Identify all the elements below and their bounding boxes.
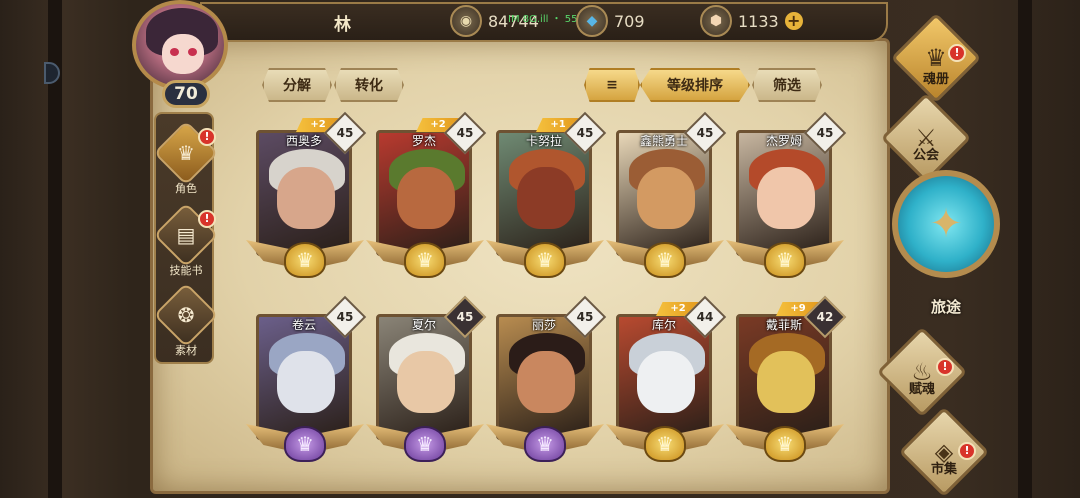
crystal-value: 709 [614, 11, 645, 31]
rarity-crest: ♛ [606, 420, 724, 466]
hero-card[interactable]: ♛ 罗杰 +2 45 [366, 111, 487, 282]
hero-level: 45 [456, 126, 474, 140]
hero-card[interactable]: ♛ 戴菲斯 +9 42 [726, 295, 847, 466]
crown-icon: ♛ [284, 426, 326, 462]
rarity-crest: ♛ [726, 236, 844, 282]
crown-icon: ♛ [524, 426, 566, 462]
hero-level: 45 [696, 126, 714, 140]
soul-book-alert-badge: ! [948, 44, 966, 62]
resource-diamond[interactable]: ⬢ 1133 + [700, 5, 803, 37]
fu-soul-label: 赋魂 [908, 382, 935, 397]
sort-order-button[interactable]: ≡ [584, 68, 640, 102]
crown-icon: ♛ [764, 426, 806, 462]
add-diamond-button[interactable]: + [784, 12, 803, 30]
journey-label: 旅途 [930, 298, 961, 316]
player-name: 林 [334, 15, 351, 35]
journey-icon: ✦ [892, 170, 1000, 278]
crown-icon: ♛ [644, 426, 686, 462]
hero-level: 45 [576, 126, 594, 140]
menu-skillbook[interactable]: ▤ 技能书 ! [153, 202, 219, 278]
journey-button[interactable]: ✦ 旅途 [882, 168, 1010, 318]
rarity-crest: ♛ [486, 236, 604, 282]
soul-book-icon: ♛ [890, 12, 982, 104]
sort-lines-icon: ≡ [606, 77, 618, 93]
hero-card[interactable]: ♛ 杰罗姆 45 [726, 111, 847, 282]
crown-icon: ♛ [644, 242, 686, 278]
hero-level: 45 [336, 126, 354, 140]
crown-icon: ♛ [404, 426, 446, 462]
coin-icon: ◉ [450, 5, 482, 37]
materials-icon: ❂ [153, 282, 219, 348]
rarity-crest: ♛ [366, 420, 484, 466]
soul-book-label: 魂册 [922, 72, 949, 87]
convert-button[interactable]: 转化 [334, 68, 404, 102]
market-button[interactable]: ◈ 市集 ! [896, 406, 992, 498]
market-label: 市集 [930, 462, 957, 477]
hero-card[interactable]: ♛ 库尔 +2 44 [606, 295, 727, 466]
flame-icon: ♨ [876, 326, 968, 418]
hero-card[interactable]: ♛ 卡努拉 +1 45 [486, 111, 607, 282]
market-alert-badge: ! [958, 442, 976, 460]
skillbook-alert-badge: ! [198, 210, 216, 228]
rarity-crest: ♛ [246, 236, 364, 282]
hero-card[interactable]: ♛ 夏尔 45 [366, 295, 487, 466]
crown-icon: ♛ [404, 242, 446, 278]
decompose-button[interactable]: 分解 [262, 68, 332, 102]
rarity-crest: ♛ [606, 236, 724, 282]
hero-card[interactable]: ♛ 卷云 45 [246, 295, 367, 466]
hero-level: 45 [456, 310, 474, 324]
sort-by-level-button[interactable]: 等级排序 [640, 68, 750, 102]
left-menu: ♛ 角色 ! ▤ 技能书 ! ❂ 素材 [153, 112, 219, 364]
soul-book-button[interactable]: ♛ 魂册 ! [888, 12, 984, 104]
hero-level: 42 [816, 310, 834, 324]
hero-card[interactable]: ♛ 丽莎 45 [486, 295, 607, 466]
rarity-crest: ♛ [486, 420, 604, 466]
hero-level: 45 [576, 310, 594, 324]
menu-materials[interactable]: ❂ 素材 [153, 282, 219, 358]
crown-icon: ♛ [524, 242, 566, 278]
hero-level: 45 [336, 310, 354, 324]
hero-card[interactable]: ♛ 鑫熊勇士 45 [606, 111, 727, 282]
rarity-crest: ♛ [366, 236, 484, 282]
hero-level: 44 [696, 310, 714, 324]
fu-soul-button[interactable]: ♨ 赋魂 ! [874, 326, 970, 418]
resource-crystal[interactable]: ◆ 709 [576, 5, 645, 37]
rarity-crest: ♛ [246, 420, 364, 466]
diamond-icon: ⬢ [700, 5, 732, 37]
guild-label: 公会 [912, 148, 939, 163]
menu-heroes[interactable]: ♛ 角色 ! [153, 120, 219, 196]
fu-soul-alert-badge: ! [936, 358, 954, 376]
hero-card[interactable]: ♛ 西奥多 +2 45 [246, 111, 367, 282]
hero-level: 45 [816, 126, 834, 140]
crown-icon: ♛ [764, 242, 806, 278]
heroes-alert-badge: ! [198, 128, 216, 146]
filter-button[interactable]: 筛选 [752, 68, 822, 102]
avatar [132, 0, 228, 90]
player-avatar-frame[interactable]: 70 [124, 0, 248, 110]
player-level: 70 [162, 80, 210, 108]
crown-icon: ♛ [284, 242, 326, 278]
diamond-value: 1133 [738, 11, 779, 31]
rarity-crest: ♛ [726, 420, 844, 466]
crystal-icon: ◆ [576, 5, 608, 37]
